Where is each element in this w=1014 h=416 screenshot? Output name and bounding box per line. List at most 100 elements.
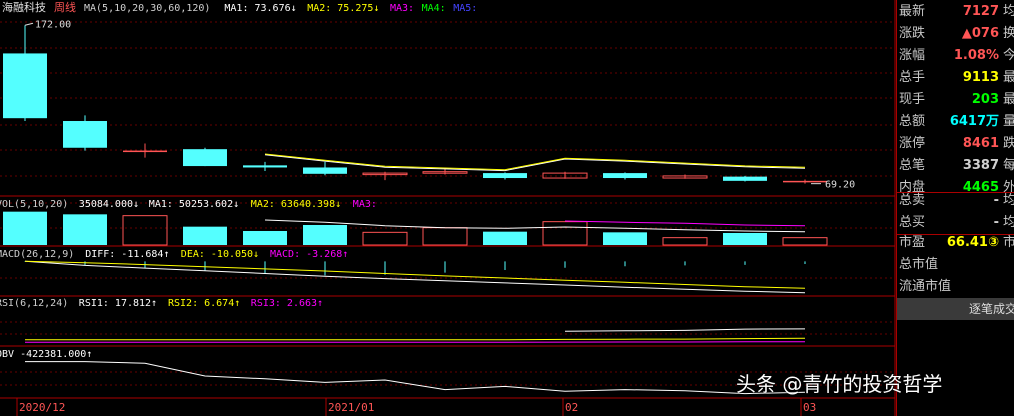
quote-label: 流通市值 xyxy=(899,279,952,294)
quote-next-label: 均 xyxy=(1003,190,1014,212)
chart-area[interactable]: MA(5,10,20,30,60,120) MA1: 73.676↓ MA2: 75… xyxy=(0,0,896,416)
volume-bar xyxy=(3,211,47,245)
legend-item: RSI1: 17.812↑ xyxy=(79,298,157,309)
stock-title: 海融科技 xyxy=(2,0,46,14)
candle-body xyxy=(483,173,527,179)
quote-next-label: 市 xyxy=(1003,232,1014,254)
candle xyxy=(183,147,227,167)
quote-next-label: 量 xyxy=(1003,111,1014,133)
volume-bar xyxy=(723,233,767,245)
x-tick-label: 2020/12 xyxy=(19,401,65,414)
legend-item: MA1: 73.676↓ xyxy=(224,3,296,14)
candle-body xyxy=(723,176,767,181)
candle xyxy=(723,175,767,182)
candle-body xyxy=(243,165,287,168)
quote-next-label: 最 xyxy=(1003,67,1014,89)
quote-label: 涨停 xyxy=(899,136,926,151)
legend-item: MA2: 63640.398↓ xyxy=(251,199,341,210)
volume-bar xyxy=(303,225,347,245)
quote-label: 总买 xyxy=(899,215,926,230)
quote-row: 总卖 -均 xyxy=(897,190,1014,212)
legend-item: RSI3: 2.663↑ xyxy=(251,298,323,309)
quote-next-label: 均 xyxy=(1003,1,1014,23)
quote-row: 总额 6417万量 xyxy=(897,111,1014,133)
quote-row: 最新 7127 均 xyxy=(897,1,1014,23)
legend-item: MA(5,10,20,30,60,120) xyxy=(84,3,210,14)
quote-label: 现手 xyxy=(899,92,926,107)
legend-item: MA5: xyxy=(453,3,477,14)
quote-label: 总卖 xyxy=(899,193,926,208)
quote-next-label: 均 xyxy=(1003,212,1014,234)
candle-body xyxy=(63,121,107,148)
legend-item: MACD(26,12,9) xyxy=(0,249,74,260)
quote-value: 66.41③ xyxy=(946,235,999,250)
quote-row: 流通市值 xyxy=(897,276,1014,298)
volume-bar xyxy=(603,232,647,245)
quote-value: 9113 xyxy=(962,70,999,85)
candle-body xyxy=(183,149,227,167)
quote-row: 涨停 8461 跌 xyxy=(897,133,1014,155)
high-price-label: 172.00 xyxy=(35,19,71,30)
low-price-label: 69.20 xyxy=(825,180,855,191)
quote-next-label: 今 xyxy=(1003,45,1014,67)
x-tick-label: 2021/01 xyxy=(328,401,374,414)
candle-body xyxy=(603,173,647,179)
quote-label: 最新 xyxy=(899,4,926,19)
legend-item: RSI2: 6.674↑ xyxy=(168,298,240,309)
quote-value: - xyxy=(993,193,999,208)
quote-row: 涨幅 1.08% 今 xyxy=(897,45,1014,67)
legend-item: 35084.000↓ xyxy=(79,199,139,210)
watermark: 头条 @青竹的投资哲学 xyxy=(736,372,943,396)
quote-next-label: 换 xyxy=(1003,23,1014,45)
volume-bar xyxy=(63,214,107,245)
legend-item: OBV -422381.000↑ xyxy=(0,349,92,360)
volume-bar xyxy=(243,231,287,245)
legend-item: DIFF: -11.684↑ xyxy=(85,249,169,260)
quote-row: 市盈 66.41③ 市 xyxy=(897,232,1014,254)
candle-body xyxy=(303,167,347,174)
quote-label: 涨幅 xyxy=(899,48,926,63)
legend-item: MA3: xyxy=(390,3,414,14)
quote-next-label: 最 xyxy=(1003,89,1014,111)
legend-item: MACD: -3.268↑ xyxy=(270,249,348,260)
quote-row: 涨跌 ▲076 换 xyxy=(897,23,1014,45)
period-label[interactable]: 周线 xyxy=(54,0,76,14)
quote-value: ▲076 xyxy=(961,26,999,41)
candle-body xyxy=(123,150,167,153)
quote-row: 总买 -均 xyxy=(897,212,1014,234)
quote-label: 市盈 xyxy=(899,235,926,250)
x-tick-label: 03 xyxy=(803,401,816,414)
quote-value: 1.08% xyxy=(953,48,999,63)
legend-item: MA4: xyxy=(422,3,446,14)
quote-value: 7127 xyxy=(962,4,999,19)
quote-value: - xyxy=(993,215,999,230)
quote-row: 现手 203 最 xyxy=(897,89,1014,111)
quote-panel: 最新7127均涨跌▲076换涨幅1.08%今总手9113最现手203最总额641… xyxy=(896,0,1014,416)
quote-next-label: 每 xyxy=(1003,155,1014,177)
legend-item: MA2: 75.275↓ xyxy=(307,3,379,14)
quote-label: 总手 xyxy=(899,70,926,85)
volume-bar xyxy=(183,226,227,245)
legend-item: DEA: -10.050↓ xyxy=(181,249,259,260)
quote-next-label: 跌 xyxy=(1003,133,1014,155)
quote-value: 203 xyxy=(971,92,999,107)
legend-item: MA1: 50253.602↓ xyxy=(149,199,239,210)
legend-item: VOL(5,10,20) xyxy=(0,199,68,210)
trade-list-header-label: 逐笔成交 xyxy=(969,302,1014,316)
quote-row: 总笔 3387 每 xyxy=(897,155,1014,177)
quote-label: 总市值 xyxy=(899,257,939,272)
legend-item: MA3: xyxy=(353,199,377,210)
quote-row: 总市值 xyxy=(897,254,1014,276)
quote-label: 总笔 xyxy=(899,158,926,173)
trade-list-header[interactable]: 逐笔成交 xyxy=(897,298,1014,320)
volume-bar xyxy=(483,231,527,245)
quote-row: 总手 9113 最 xyxy=(897,67,1014,89)
quote-value: 6417万 xyxy=(949,114,999,129)
candle-body xyxy=(3,53,47,119)
x-tick-label: 02 xyxy=(565,401,578,414)
quote-label: 总额 xyxy=(899,114,926,129)
quote-label: 涨跌 xyxy=(899,26,926,41)
candle-body xyxy=(783,180,827,183)
quote-value: 3387 xyxy=(962,158,999,173)
quote-value: 8461 xyxy=(962,136,999,151)
